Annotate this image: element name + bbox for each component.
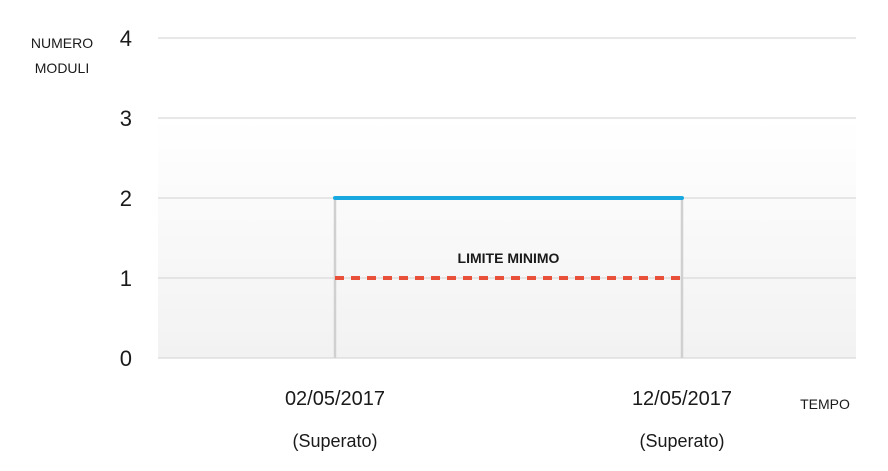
y-axis-ticks: 0 1 2 3 4 (120, 26, 132, 371)
x-axis-ticks: 02/05/2017 (Superato) 12/05/2017 (Superato) (285, 388, 732, 451)
y-axis-label-line-2: MODULI (35, 60, 89, 76)
y-tick-label-2: 2 (120, 186, 132, 211)
x-tick-label-1: 02/05/2017 (285, 388, 385, 410)
x-tick-label-2: 12/05/2017 (632, 388, 732, 410)
y-tick-label-4: 4 (120, 26, 132, 51)
x-tick-sublabel-2: (Superato) (639, 431, 724, 451)
chart: 0 1 2 3 4 02/05/2017 (Superato) 12/05/2017 (Sup… (31, 26, 856, 451)
series-label-limite-minimo: LIMITE MINIMO (458, 250, 560, 266)
y-tick-label-3: 3 (120, 106, 132, 131)
x-axis-label: TEMPO (800, 396, 850, 412)
x-tick-sublabel-1: (Superato) (292, 431, 377, 451)
y-tick-label-0: 0 (120, 346, 132, 371)
y-tick-label-1: 1 (120, 266, 132, 291)
y-axis-label-line-1: NUMERO (31, 35, 93, 51)
plot-area (158, 118, 856, 358)
